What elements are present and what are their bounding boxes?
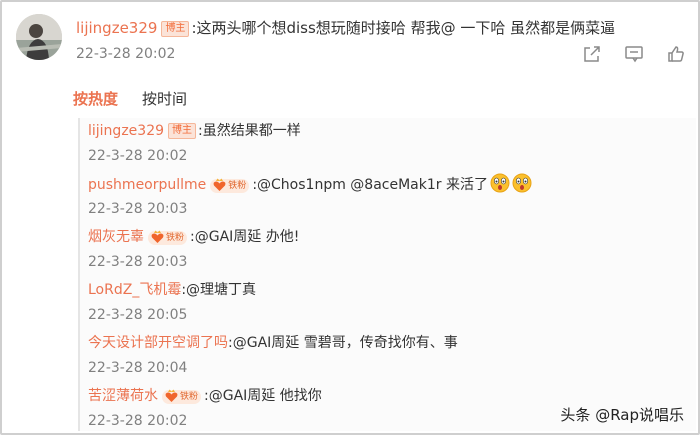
fan-badge: 铁粉: [162, 389, 202, 404]
surprised-emoji-icon: [512, 173, 532, 193]
reply-list: lijingze329 博主:虽然结果都一样 22-3-28 20:02 push…: [78, 118, 696, 431]
comment-header: lijingze329 博主:这两头哪个想diss想玩随时接哈 帮我@ 一下哈 虽…: [76, 17, 615, 38]
reply-author[interactable]: 苦涩薄荷水: [88, 388, 158, 404]
reply-item: lijingze329 博主:虽然结果都一样 22-3-28 20:02: [88, 118, 696, 171]
comment-text: :这两头哪个想diss想玩随时接哈 帮我@ 一下哈 虽然都是俩菜逼: [191, 19, 616, 37]
surprised-emoji-icon: [490, 173, 510, 193]
reply-author[interactable]: 今天设计部开空调了吗: [88, 335, 228, 351]
tab-sort-time[interactable]: 按时间: [142, 88, 187, 109]
share-icon[interactable]: [582, 44, 602, 64]
reply-author[interactable]: 烟灰无辜: [88, 229, 144, 245]
comment-actions: [582, 44, 686, 64]
reply-item: LoRdZ_飞机霉:@理塘丁真 22-3-28 20:05: [88, 277, 696, 330]
reply-text: :@GAI周延 办他!: [190, 229, 300, 245]
fan-badge-label: 铁粉: [166, 233, 185, 243]
fan-badge: 铁粉: [210, 178, 250, 193]
reply-text: :@Chos1npm @8aceMak1r 来活了: [252, 177, 488, 193]
reply-item: pushmeorpullme 铁粉 :@Chos1npm @8aceMak1r 来活…: [88, 171, 696, 224]
reply-text: :虽然结果都一样: [198, 123, 301, 139]
fan-badge: 铁粉: [148, 230, 188, 245]
reply-text: :@GAI周延 雪碧哥，传奇找你有、事: [228, 335, 458, 351]
reply-time: 22-3-28 20:03: [88, 201, 188, 217]
reply-text: :@GAI周延 他找你: [204, 388, 322, 404]
reply-text: :@理塘丁真: [181, 282, 257, 298]
blogger-badge: 博主: [168, 123, 197, 139]
comment-icon[interactable]: [624, 44, 644, 64]
comment-author[interactable]: lijingze329: [76, 19, 157, 37]
fan-badge-label: 铁粉: [228, 181, 247, 191]
like-icon[interactable]: [666, 44, 686, 64]
reply-time: 22-3-28 20:03: [88, 254, 188, 270]
watermark: 头条 @Rap说唱乐: [560, 406, 684, 424]
fan-badge-label: 铁粉: [180, 392, 199, 402]
heart-crown-icon: [213, 178, 226, 191]
reply-item: 烟灰无辜 铁粉 :@GAI周延 办他! 22-3-28 20:03: [88, 224, 696, 277]
sort-tabs: 按热度 按时间: [73, 88, 187, 109]
reply-time: 22-3-28 20:05: [88, 307, 188, 323]
tab-sort-hot[interactable]: 按热度: [73, 88, 118, 109]
reply-item: 今天设计部开空调了吗:@GAI周延 雪碧哥，传奇找你有、事 22-3-28 20…: [88, 330, 696, 383]
comment-time: 22-3-28 20:02: [76, 46, 176, 62]
blogger-badge: 博主: [161, 21, 190, 37]
heart-crown-icon: [151, 230, 164, 243]
reply-author[interactable]: lijingze329: [88, 123, 164, 139]
reply-time: 22-3-28 20:02: [88, 413, 188, 429]
heart-crown-icon: [165, 389, 178, 402]
avatar[interactable]: [16, 14, 62, 60]
comment-panel: lijingze329 博主:这两头哪个想diss想玩随时接哈 帮我@ 一下哈 虽…: [0, 0, 700, 435]
reply-author[interactable]: LoRdZ_飞机霉: [88, 282, 181, 298]
reply-time: 22-3-28 20:04: [88, 360, 188, 376]
reply-author[interactable]: pushmeorpullme: [88, 177, 206, 193]
reply-time: 22-3-28 20:02: [88, 148, 188, 164]
